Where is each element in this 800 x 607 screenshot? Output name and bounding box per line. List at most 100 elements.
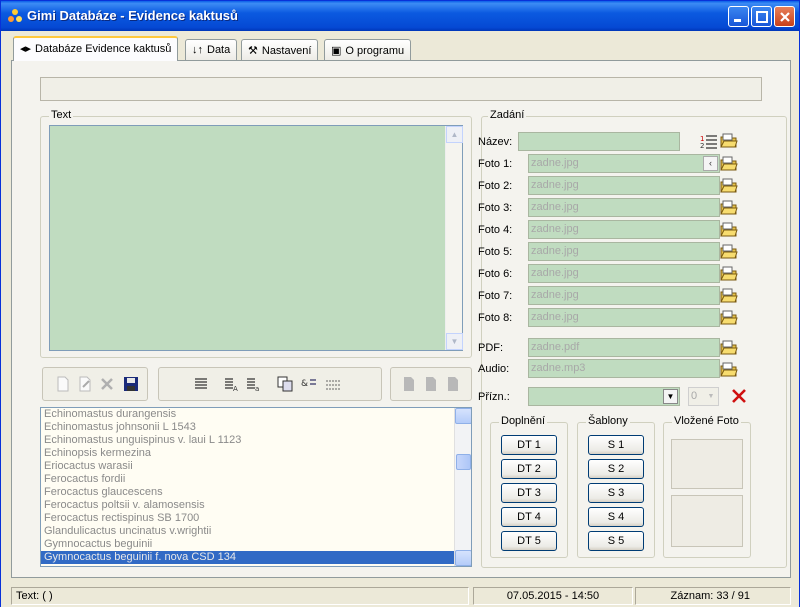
title-bar[interactable]: Gimi Databáze - Evidence kaktusů [1, 1, 799, 31]
text-group-label: Text [49, 109, 74, 121]
text-editor[interactable]: ▲ ▼ [49, 125, 463, 351]
pdf-field[interactable]: zadne.pdf [528, 338, 720, 357]
close-icon [780, 12, 790, 22]
text-scrollbar[interactable]: ▲ ▼ [445, 126, 463, 350]
foto-field[interactable]: zadne.jpg [528, 176, 720, 195]
sablona-button[interactable]: S 5 [588, 531, 644, 551]
foto-field[interactable]: zadne.jpg [528, 308, 720, 327]
open-folder-icon[interactable] [720, 133, 738, 149]
list-item[interactable]: Eriocactus warasii [41, 460, 471, 473]
photo-slot[interactable] [671, 495, 743, 547]
list-scroll-thumb[interactable] [456, 454, 471, 470]
photo-slot[interactable] [671, 439, 743, 489]
sablona-button[interactable]: S 1 [588, 435, 644, 455]
doplneni-button[interactable]: DT 3 [501, 483, 557, 503]
align-list-icon[interactable] [193, 376, 209, 392]
status-record: Záznam: 33 / 91 [635, 587, 791, 605]
nazev-field[interactable] [518, 132, 680, 151]
open-folder-icon[interactable] [720, 362, 738, 378]
numbered-list-icon[interactable]: 12 [700, 133, 718, 149]
info-strip [40, 77, 762, 101]
prizn-number: 0 [691, 390, 698, 402]
foto-field[interactable]: zadne.jpg [528, 220, 720, 239]
scroll-up-button[interactable]: ▲ [446, 126, 463, 143]
list-item[interactable]: Echinopsis kermezina [41, 447, 471, 460]
list-item[interactable]: Echinomastus unguispinus v. laui L 1123 [41, 434, 471, 447]
sablony-label: Šablony [586, 415, 630, 427]
sort-za-icon[interactable]: a [245, 376, 261, 392]
list-item[interactable]: Echinomastus durangensis [41, 408, 471, 421]
foto-value: zadne.jpg [531, 311, 579, 323]
scroll-down-button[interactable]: ▼ [446, 333, 463, 350]
page-icon[interactable] [445, 376, 461, 392]
list-item[interactable]: Gymnocactus beguinii [41, 538, 471, 551]
chevron-left-icon[interactable]: ‹ [703, 156, 718, 171]
dropdown-arrow-icon[interactable]: ▼ [663, 389, 678, 404]
foto-value: zadne.jpg [531, 267, 579, 279]
nazev-label: Název: [478, 136, 513, 148]
list-item[interactable]: Ferocactus fordii [41, 473, 471, 486]
edit-document-icon[interactable] [77, 376, 93, 392]
list-item[interactable]: Ferocactus rectispinus SB 1700 [41, 512, 471, 525]
tab-data[interactable]: ↓↑ Data [185, 39, 238, 61]
app-window: Gimi Databáze - Evidence kaktusů ◂▸ Datab… [0, 0, 800, 607]
list-item[interactable]: Glandulicactus uncinatus v.wrightii [41, 525, 471, 538]
foto-field[interactable]: zadne.jpg ‹ [528, 154, 720, 173]
doplneni-button[interactable]: DT 2 [501, 459, 557, 479]
foto-field[interactable]: zadne.jpg [528, 198, 720, 217]
wrap-icon[interactable] [325, 376, 341, 392]
clear-x-icon[interactable] [731, 388, 747, 404]
open-folder-icon[interactable] [720, 222, 738, 238]
page-icon[interactable] [401, 376, 417, 392]
cactus-list[interactable]: Echinomastus durangensis Echinomastus joh… [40, 407, 472, 567]
sort-arrows-icon: ↓↑ [192, 44, 203, 56]
open-folder-icon[interactable] [720, 266, 738, 282]
open-folder-icon[interactable] [720, 340, 738, 356]
list-scrollbar[interactable] [454, 408, 471, 566]
open-folder-icon[interactable] [720, 310, 738, 326]
doplneni-button[interactable]: DT 1 [501, 435, 557, 455]
foto-field[interactable]: zadne.jpg [528, 286, 720, 305]
new-document-icon[interactable] [55, 376, 71, 392]
tab-label: Data [207, 44, 231, 56]
sablona-button[interactable]: S 4 [588, 507, 644, 527]
close-button[interactable] [774, 6, 795, 27]
open-folder-icon[interactable] [720, 244, 738, 260]
doplneni-button[interactable]: DT 4 [501, 507, 557, 527]
audio-label: Audio: [478, 363, 510, 375]
svg-text:&: & [301, 379, 308, 389]
delete-icon[interactable] [99, 376, 115, 392]
replace-icon[interactable]: & [301, 376, 317, 392]
dropdown-arrow-icon[interactable]: ▼ [705, 389, 717, 404]
copy-icon[interactable] [277, 376, 293, 392]
list-item[interactable]: Gymnocactus beguinii f. nova CSD 134 [41, 551, 471, 564]
list-item[interactable]: Ferocactus glaucescens [41, 486, 471, 499]
tab-databaze[interactable]: ◂▸ Databáze Evidence kaktusů [13, 36, 179, 61]
foto-label: Foto 1: [478, 158, 513, 170]
minimize-button[interactable] [728, 6, 749, 27]
prizn-select[interactable]: ▼ [528, 387, 680, 406]
sablona-button[interactable]: S 3 [588, 483, 644, 503]
open-folder-icon[interactable] [720, 288, 738, 304]
save-icon[interactable] [123, 376, 139, 392]
prizn-number-select[interactable]: 0 ▼ [688, 387, 719, 406]
page-icon[interactable] [423, 376, 439, 392]
sort-az-icon[interactable]: A [223, 376, 239, 392]
vlozene-foto-group: Vložené Foto [663, 415, 751, 558]
open-folder-icon[interactable] [720, 156, 738, 172]
foto-field[interactable]: zadne.jpg [528, 242, 720, 261]
open-folder-icon[interactable] [720, 178, 738, 194]
doplneni-button[interactable]: DT 5 [501, 531, 557, 551]
list-item[interactable]: Ferocactus poltsii v. alamosensis [41, 499, 471, 512]
maximize-button[interactable] [751, 6, 772, 27]
open-folder-icon[interactable] [720, 200, 738, 216]
foto-field[interactable]: zadne.jpg [528, 264, 720, 283]
sablona-button[interactable]: S 2 [588, 459, 644, 479]
list-scroll-up-button[interactable] [455, 408, 471, 424]
tab-o-programu[interactable]: ▣ O programu [324, 39, 412, 61]
tab-nastaveni[interactable]: ⚒ Nastavení [241, 39, 319, 61]
list-item[interactable]: Echinomastus johnsonii L 1543 [41, 421, 471, 434]
list-scroll-down-button[interactable] [455, 550, 471, 566]
foto-value: zadne.jpg [531, 179, 579, 191]
audio-field[interactable]: zadne.mp3 [528, 359, 720, 378]
